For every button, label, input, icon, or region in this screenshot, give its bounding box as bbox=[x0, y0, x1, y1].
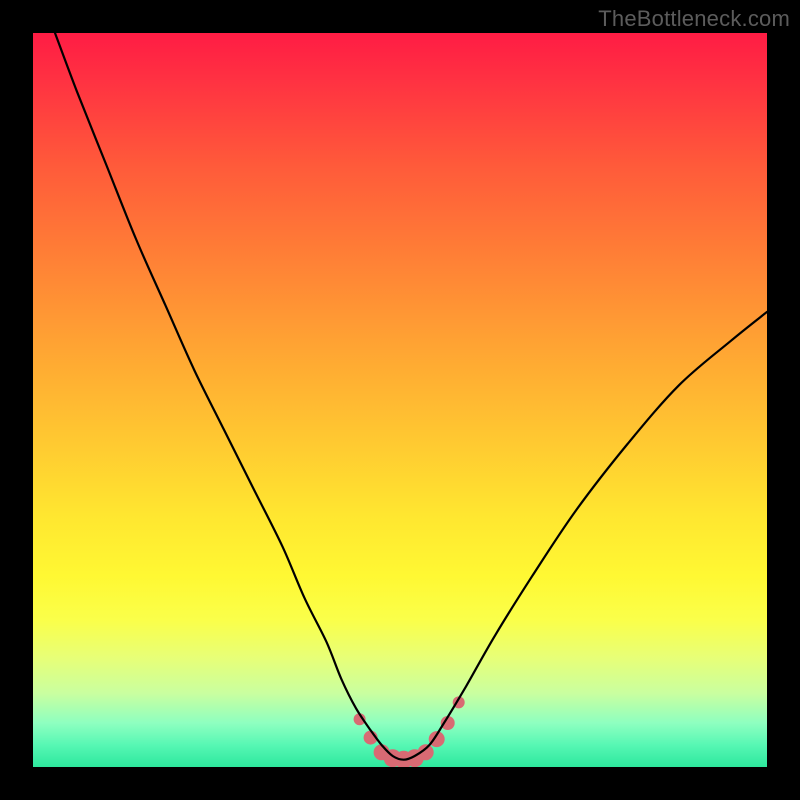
curve-layer bbox=[33, 33, 767, 767]
bottleneck-curve-path bbox=[55, 33, 767, 760]
plot-area bbox=[33, 33, 767, 767]
watermark-text: TheBottleneck.com bbox=[598, 6, 790, 32]
chart-frame: TheBottleneck.com bbox=[0, 0, 800, 800]
